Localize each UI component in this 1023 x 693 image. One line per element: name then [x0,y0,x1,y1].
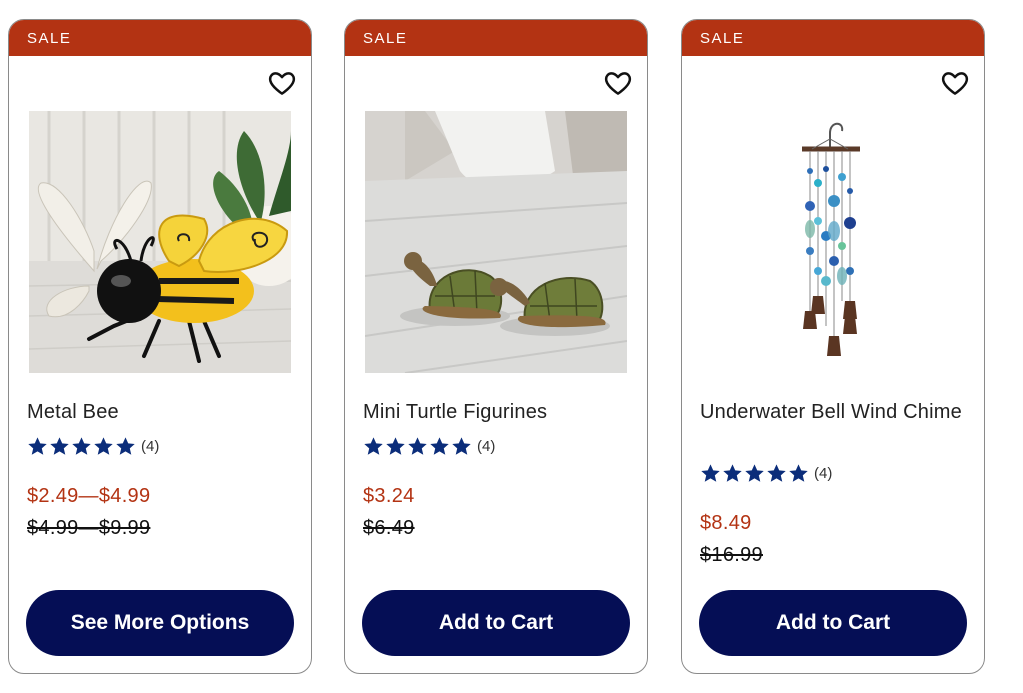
sale-badge: SALE [345,20,647,56]
star-rating [363,436,472,457]
original-price: $16.99 [700,544,763,566]
heart-icon[interactable] [940,68,970,98]
star-icon [722,463,743,484]
star-icon [744,463,765,484]
product-name[interactable]: Underwater Bell Wind Chime [700,399,968,426]
original-price: $4.99—$9.99 [27,517,151,539]
star-rating [700,463,809,484]
sale-badge: SALE [9,20,311,56]
star-icon [407,436,428,457]
star-icon [429,436,450,457]
star-icon [71,436,92,457]
star-icon [363,436,384,457]
turtle-figurines-image [365,111,627,373]
sale-price: $2.49—$4.99 [27,485,151,507]
heart-icon[interactable] [267,68,297,98]
add-to-cart-button[interactable]: Add to Cart [362,590,630,656]
metal-bee-image [29,111,291,373]
star-icon [451,436,472,457]
star-icon [49,436,70,457]
star-icon [788,463,809,484]
product-image[interactable] [702,111,964,373]
product-card[interactable]: SALE [8,19,312,674]
sale-price: $3.24 [363,485,415,507]
review-count: (4) [477,437,496,455]
star-rating [27,436,136,457]
original-price: $6.49 [363,517,415,539]
star-icon [27,436,48,457]
product-image[interactable] [365,111,627,373]
wind-chime-image [702,111,964,373]
star-icon [700,463,721,484]
review-count: (4) [141,437,160,455]
sale-price: $8.49 [700,512,752,534]
product-name[interactable]: Metal Bee [27,399,295,426]
review-count: (4) [814,464,833,482]
star-icon [93,436,114,457]
star-icon [385,436,406,457]
product-card[interactable]: SALE Mini Turtle Figurines (4) $3.24 $6.… [344,19,648,674]
add-to-cart-button[interactable]: Add to Cart [699,590,967,656]
product-image[interactable] [29,111,291,373]
star-icon [766,463,787,484]
product-card[interactable]: SALE [681,19,985,674]
rating[interactable]: (4) [700,462,832,484]
heart-icon[interactable] [603,68,633,98]
see-more-options-button[interactable]: See More Options [26,590,294,656]
star-icon [115,436,136,457]
rating[interactable]: (4) [27,435,159,457]
rating[interactable]: (4) [363,435,495,457]
product-name[interactable]: Mini Turtle Figurines [363,399,631,426]
sale-badge: SALE [682,20,984,56]
